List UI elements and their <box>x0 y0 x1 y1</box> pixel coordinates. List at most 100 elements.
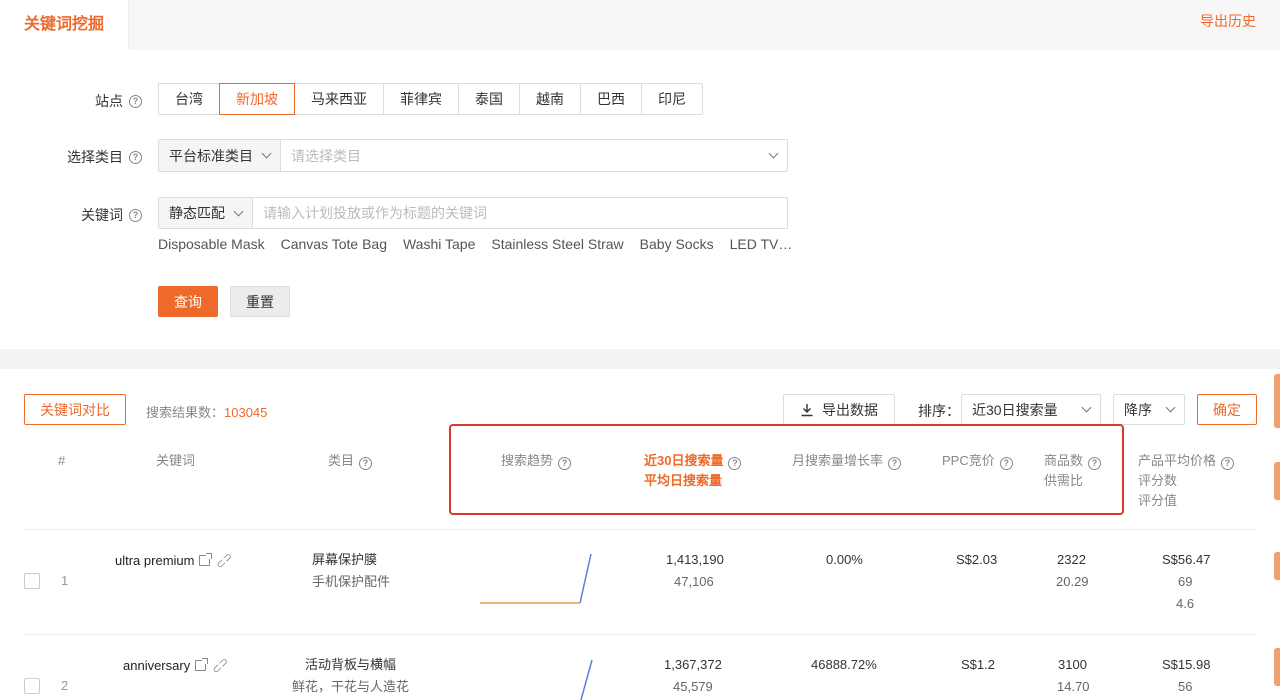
floating-side-tab[interactable] <box>1274 648 1280 686</box>
row-ppc: S$2.03 <box>956 552 998 567</box>
row-index: 1 <box>61 573 69 588</box>
trend-sparkline <box>480 553 592 604</box>
top-bar: 关键词挖掘 导出历史 <box>0 0 1280 50</box>
download-icon <box>801 403 813 416</box>
row-growth: 46888.72% <box>811 657 877 672</box>
chevron-down-icon <box>233 206 244 216</box>
col-rating-count-label: 评分数 <box>1138 473 1178 488</box>
floating-side-tab[interactable] <box>1274 374 1280 428</box>
site-label: 站点 ? <box>95 91 142 111</box>
site-option-brazil[interactable]: 巴西 <box>580 83 642 115</box>
row-price: S$56.47 <box>1162 552 1211 567</box>
site-option-singapore[interactable]: 新加坡 <box>219 83 295 115</box>
category-type-dropdown[interactable]: 平台标准类目 <box>159 140 281 171</box>
site-option-taiwan[interactable]: 台湾 <box>158 83 220 115</box>
highlight-annotation <box>449 424 1124 515</box>
keyword-suggestions: Disposable Mask Canvas Tote Bag Washi Ta… <box>158 236 792 252</box>
help-icon[interactable]: ? <box>359 457 373 470</box>
keyword-search: 静态匹配 <box>158 197 788 229</box>
suggestion-item[interactable]: Baby Socks <box>640 236 714 252</box>
result-count-value: 103045 <box>224 405 268 420</box>
sort-order-select[interactable]: 降序 <box>1113 394 1185 425</box>
row-keyword-text[interactable]: anniversary <box>123 658 190 673</box>
site-option-thailand[interactable]: 泰国 <box>458 83 520 115</box>
sort-order-value: 降序 <box>1124 401 1152 418</box>
row-keyword: anniversary ⊂⊃ <box>123 655 232 677</box>
col-keyword: 关键词 <box>156 453 196 468</box>
keyword-label: 关键词 ? <box>81 205 142 225</box>
category-type-value: 平台标准类目 <box>169 147 253 164</box>
row-products: 3100 <box>1058 657 1087 672</box>
help-icon[interactable]: ? <box>129 150 142 164</box>
help-icon[interactable]: ? <box>1221 457 1235 470</box>
help-icon[interactable]: ? <box>129 208 142 222</box>
row-ratio: 20.29 <box>1056 574 1089 589</box>
chevron-down-icon <box>261 148 272 159</box>
site-option-malaysia[interactable]: 马来西亚 <box>294 83 384 115</box>
site-selector: 台湾 新加坡 马来西亚 菲律宾 泰国 越南 巴西 印尼 <box>158 83 703 115</box>
site-option-indonesia[interactable]: 印尼 <box>641 83 703 115</box>
result-count-label: 搜索结果数： <box>146 405 225 420</box>
floating-side-tab[interactable] <box>1274 552 1280 580</box>
floating-side-tab[interactable] <box>1274 462 1280 500</box>
row-category: 屏幕保护膜 <box>312 552 378 567</box>
sort-field-select[interactable]: 近30日搜索量 <box>961 394 1101 425</box>
site-option-philippines[interactable]: 菲律宾 <box>383 83 459 115</box>
tab-keyword-mining[interactable]: 关键词挖掘 <box>0 0 129 50</box>
chevron-down-icon <box>1081 402 1092 413</box>
match-type-value: 静态匹配 <box>169 205 225 221</box>
suggestion-item[interactable]: Washi Tape <box>403 236 475 252</box>
link-icon[interactable]: ⊂⊃ <box>214 549 236 572</box>
row-daily: 47,106 <box>674 574 714 589</box>
row-subcategory: 鲜花，干花与人造花 <box>292 679 410 694</box>
row-index: 2 <box>61 678 69 693</box>
row-keyword: ultra premium ⊂⊃ <box>115 550 236 572</box>
row-divider <box>24 634 1257 635</box>
export-data-label: 导出数据 <box>822 401 878 418</box>
match-type-dropdown[interactable]: 静态匹配 <box>159 198 253 228</box>
category-label: 选择类目 ? <box>67 147 142 167</box>
row-ratio: 14.70 <box>1057 679 1090 694</box>
suggestion-item[interactable]: Stainless Steel Straw <box>491 236 623 252</box>
row-growth: 0.00% <box>826 552 863 567</box>
keyword-input-wrap <box>253 198 787 228</box>
row-checkbox[interactable] <box>24 678 40 694</box>
site-option-vietnam[interactable]: 越南 <box>519 83 581 115</box>
row-rating-count: 56 <box>1178 679 1193 694</box>
row-price: S$15.98 <box>1162 657 1211 672</box>
row-search30: 1,367,372 <box>664 657 722 672</box>
confirm-button[interactable]: 确定 <box>1197 394 1257 425</box>
query-button[interactable]: 查询 <box>158 286 218 317</box>
external-link-icon[interactable] <box>199 553 213 566</box>
export-history-link[interactable]: 导出历史 <box>1200 11 1256 31</box>
keyword-input[interactable] <box>263 205 777 221</box>
site-label-text: 站点 <box>95 93 123 109</box>
suggestion-item[interactable]: Disposable Mask <box>158 236 265 252</box>
row-products: 2322 <box>1057 552 1086 567</box>
row-keyword-text[interactable]: ultra premium <box>115 553 194 568</box>
col-avg-price: 产品平均价格? 评分数 评分值 <box>1138 451 1235 511</box>
help-icon[interactable]: ? <box>129 94 142 108</box>
col-category: 类目? <box>328 451 373 471</box>
header-divider <box>24 529 1257 530</box>
search-form: 站点 ? 台湾 新加坡 马来西亚 菲律宾 泰国 越南 巴西 印尼 选择类目 ? … <box>0 50 1280 349</box>
category-dropdown[interactable]: 请选择类目 <box>281 140 787 171</box>
row-category: 活动背板与横幅 <box>305 657 397 672</box>
row-checkbox[interactable] <box>24 573 40 589</box>
link-icon[interactable]: ⊂⊃ <box>209 654 232 677</box>
external-link-icon[interactable] <box>195 658 209 671</box>
chevron-down-icon <box>1165 402 1176 413</box>
category-placeholder: 请选择类目 <box>291 147 361 164</box>
export-data-button[interactable]: 导出数据 <box>783 394 895 425</box>
row-rating-count: 69 <box>1178 574 1193 589</box>
keyword-label-text: 关键词 <box>81 207 123 223</box>
col-index: # <box>58 453 66 468</box>
keyword-compare-button[interactable]: 关键词对比 <box>24 394 126 425</box>
col-rating-value-label: 评分值 <box>1138 493 1178 508</box>
sort-field-value: 近30日搜索量 <box>972 401 1058 418</box>
sort-label: 排序： <box>918 403 960 419</box>
reset-button[interactable]: 重置 <box>230 286 290 317</box>
suggestion-item[interactable]: LED TV… <box>730 236 793 252</box>
row-rating-value: 4.6 <box>1176 596 1195 611</box>
suggestion-item[interactable]: Canvas Tote Bag <box>281 236 387 252</box>
